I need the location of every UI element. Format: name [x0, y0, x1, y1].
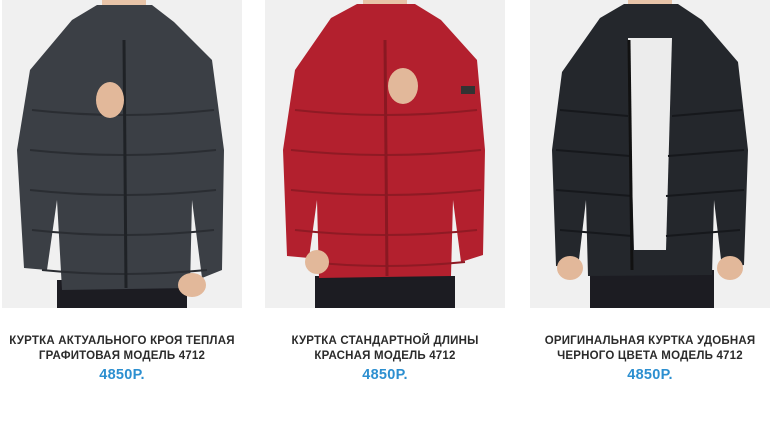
product-title[interactable]: КУРТКА СТАНДАРТНОЙ ДЛИНЫ КРАСНАЯ МОДЕЛЬ …: [265, 334, 505, 364]
product-card[interactable]: ОРИГИНАЛЬНАЯ КУРТКА УДОБНАЯ ЧЕРНОГО ЦВЕТ…: [530, 0, 770, 384]
product-title[interactable]: КУРТКА АКТУАЛЬНОГО КРОЯ ТЕПЛАЯ ГРАФИТОВА…: [2, 334, 242, 364]
product-image[interactable]: [530, 0, 770, 308]
product-card[interactable]: КУРТКА АКТУАЛЬНОГО КРОЯ ТЕПЛАЯ ГРАФИТОВА…: [2, 0, 242, 384]
product-card[interactable]: КУРТКА СТАНДАРТНОЙ ДЛИНЫ КРАСНАЯ МОДЕЛЬ …: [265, 0, 505, 384]
product-grid: КУРТКА АКТУАЛЬНОГО КРОЯ ТЕПЛАЯ ГРАФИТОВА…: [0, 0, 770, 422]
product-price: 4850Р.: [627, 367, 673, 383]
product-image[interactable]: [265, 0, 505, 308]
product-title[interactable]: ОРИГИНАЛЬНАЯ КУРТКА УДОБНАЯ ЧЕРНОГО ЦВЕТ…: [530, 334, 770, 364]
product-price: 4850Р.: [99, 367, 145, 383]
product-image[interactable]: [2, 0, 242, 308]
product-price: 4850Р.: [362, 367, 408, 383]
brand-patch: [461, 86, 475, 94]
